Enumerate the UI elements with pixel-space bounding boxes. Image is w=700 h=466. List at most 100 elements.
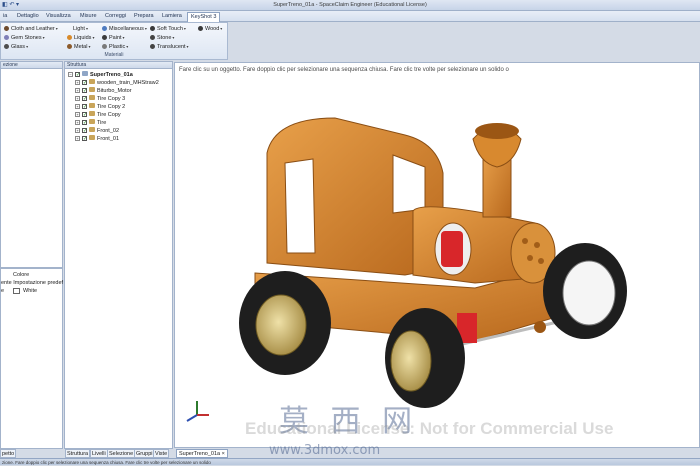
status-bar: zione. Fare doppio clic per selezionare …: [0, 458, 700, 465]
document-tab[interactable]: SuperTreno_01a ×: [176, 449, 228, 458]
chevron-down-icon: ▾: [220, 26, 223, 31]
tab-gruppi[interactable]: Gruppi: [134, 449, 155, 458]
component-icon: [89, 119, 95, 124]
ribbon-tabs: ia Dettaglio Visualizza Misure Correggi …: [0, 11, 700, 22]
tab-livelli[interactable]: Livelli: [90, 449, 108, 458]
component-icon: [89, 79, 95, 84]
rim: [562, 260, 616, 326]
expand-icon[interactable]: +: [75, 96, 80, 101]
material-cloth-leather[interactable]: Cloth and Leather▾: [4, 25, 58, 33]
rim: [390, 330, 432, 392]
tab-correggi[interactable]: Correggi: [102, 12, 129, 22]
props-row-default: ente Impostazione predef: [1, 280, 64, 286]
checkbox-icon[interactable]: ✓: [82, 112, 87, 118]
chevron-down-icon: ▾: [26, 44, 29, 49]
tree-item[interactable]: + ✓ Tire: [75, 119, 106, 127]
expand-icon[interactable]: +: [75, 136, 80, 141]
title-bar: ◧ ↶ ▾ SuperTreno_01a - SpaceClaim Engine…: [0, 0, 700, 11]
material-liquids[interactable]: Liquids▾: [67, 34, 94, 42]
chevron-down-icon: ▾: [186, 44, 189, 49]
tab-viste[interactable]: Viste: [153, 449, 170, 458]
checkbox-icon[interactable]: ✓: [82, 136, 87, 142]
swatch-icon: [67, 34, 72, 40]
tree-item[interactable]: + ✓ Tire Copy: [75, 111, 121, 119]
tree-item[interactable]: + ✓ Tire Copy 3: [75, 95, 125, 103]
checkbox-icon[interactable]: ✓: [82, 104, 87, 110]
props-color-value: White: [23, 288, 38, 294]
properties-panel: Colore ente Impostazione predef e White: [0, 268, 63, 449]
swatch-icon: [102, 34, 107, 40]
tab-aspetto[interactable]: petto: [0, 449, 17, 458]
material-light[interactable]: Light▾: [73, 25, 88, 33]
3d-viewport[interactable]: Fare clic su un oggetto. Fare doppio cli…: [174, 62, 700, 458]
material-miscellaneous[interactable]: Miscellaneous▾: [102, 25, 147, 33]
tab-lamiera[interactable]: Lamiera: [159, 12, 185, 22]
tree-root[interactable]: − ✓ SuperTreno_01a: [68, 71, 133, 79]
tab-dettaglio[interactable]: Dettaglio: [14, 12, 42, 22]
checkbox-icon[interactable]: ✓: [82, 120, 87, 126]
structure-panel: Struttura − ✓ SuperTreno_01a + ✓ wooden_trai…: [64, 61, 173, 449]
swatch-icon: [67, 43, 72, 49]
chevron-down-icon: ▾: [88, 44, 91, 49]
tab-misure[interactable]: Misure: [77, 12, 100, 22]
tab-prepara[interactable]: Prepara: [131, 12, 157, 22]
material-paint[interactable]: Paint▾: [102, 34, 125, 42]
checkbox-icon[interactable]: ✓: [82, 96, 87, 102]
checkbox-icon[interactable]: ✓: [82, 80, 87, 86]
checkbox-icon[interactable]: ✓: [75, 72, 80, 78]
tab-cut[interactable]: ia: [0, 12, 10, 22]
tab-selezione[interactable]: Selezione: [107, 449, 136, 458]
tree-item[interactable]: + ✓ Tire Copy 2: [75, 103, 125, 111]
expand-icon[interactable]: +: [75, 104, 80, 109]
material-wood[interactable]: Wood▾: [198, 25, 222, 33]
rim: [255, 294, 307, 356]
tab-struttura[interactable]: Struttura: [65, 449, 91, 458]
material-gem-stones[interactable]: Gem Stones▾: [4, 34, 45, 42]
train-model[interactable]: [175, 63, 700, 449]
component-icon: [89, 103, 95, 108]
tree-item[interactable]: + ✓ Biturbo_Motor: [75, 87, 132, 95]
chevron-down-icon: ▾: [122, 35, 125, 40]
chevron-down-icon: ▾: [144, 26, 147, 31]
close-icon[interactable]: ×: [222, 451, 225, 457]
component-icon: [89, 127, 95, 132]
material-stone[interactable]: Stone▾: [150, 34, 174, 42]
expand-icon[interactable]: +: [75, 88, 80, 93]
expand-icon[interactable]: +: [75, 80, 80, 85]
chevron-down-icon: ▾: [42, 35, 45, 40]
component-icon: [89, 111, 95, 116]
collapse-icon[interactable]: −: [68, 72, 73, 77]
material-glass[interactable]: Glass▾: [4, 43, 28, 51]
tree-item[interactable]: + ✓ Front_01: [75, 135, 119, 143]
biturbo-motor[interactable]: [441, 231, 463, 267]
checkbox-icon[interactable]: ✓: [82, 128, 87, 134]
rivet: [534, 242, 540, 248]
expand-icon[interactable]: +: [75, 128, 80, 133]
material-soft-touch[interactable]: Soft Touch▾: [150, 25, 186, 33]
swatch-icon: [4, 25, 9, 31]
axis-triad-icon: [186, 401, 209, 422]
checkbox-icon[interactable]: ✓: [82, 88, 87, 94]
expand-icon[interactable]: +: [75, 120, 80, 125]
tree-item[interactable]: + ✓ Front_02: [75, 127, 119, 135]
materials-ribbon-group: Cloth and Leather▾ Light▾ Miscellaneous▾…: [0, 22, 228, 60]
color-swatch[interactable]: [13, 288, 20, 294]
swatch-icon: [150, 25, 155, 31]
swatch-icon: [4, 34, 9, 40]
swatch-icon: [102, 25, 107, 31]
tab-visualizza[interactable]: Visualizza: [43, 12, 74, 22]
component-icon: [89, 87, 95, 92]
material-metal[interactable]: Metal▾: [67, 43, 90, 51]
expand-icon[interactable]: +: [75, 112, 80, 117]
material-plastic[interactable]: Plastic▾: [102, 43, 128, 51]
component-icon: [82, 71, 88, 76]
material-translucent[interactable]: Translucent▾: [150, 43, 189, 51]
site-url-watermark: www.3dmox.com: [269, 443, 381, 458]
structure-tabs: Struttura Livelli Selezione Gruppi Viste: [65, 449, 173, 458]
component-icon: [89, 95, 95, 100]
swatch-icon: [150, 34, 155, 40]
tree-item[interactable]: + ✓ wooden_train_MHStraw2: [75, 79, 159, 87]
tab-keyshot[interactable]: KeyShot 3: [187, 12, 221, 22]
cab-window-left: [284, 158, 316, 254]
license-watermark: Educational License: Not for Commercial …: [245, 419, 614, 438]
